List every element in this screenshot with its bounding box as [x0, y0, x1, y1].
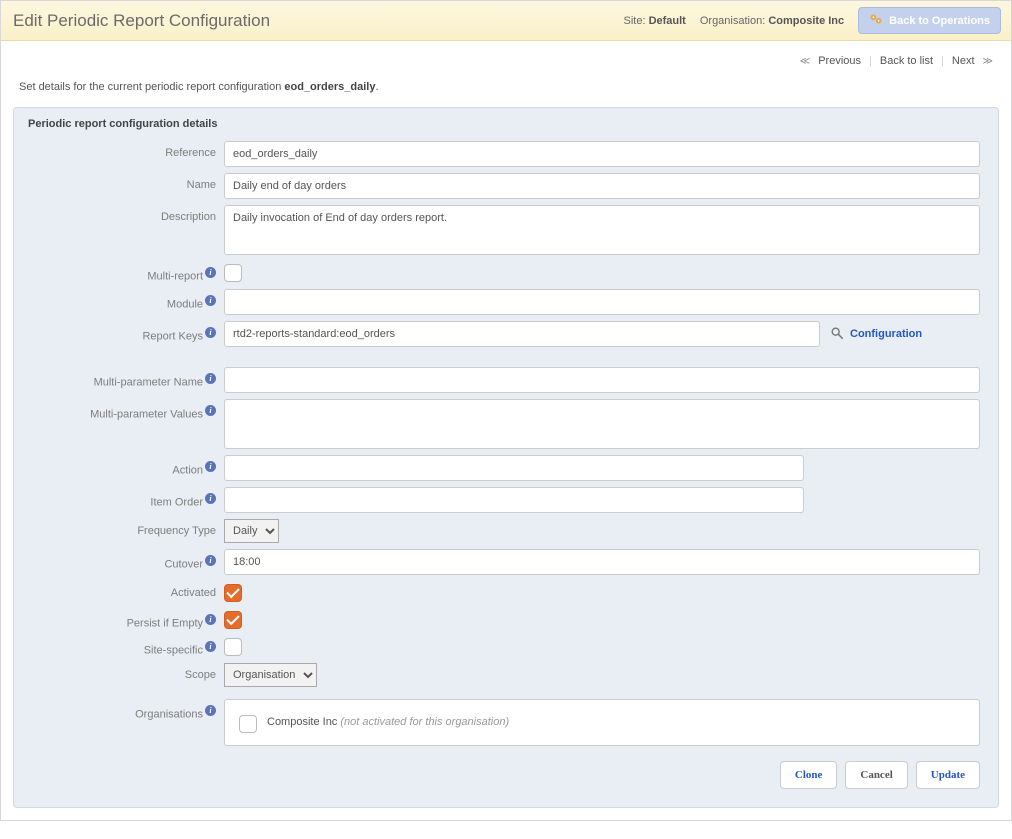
gears-icon: [869, 12, 883, 29]
info-icon[interactable]: i: [205, 405, 216, 416]
activated-checkbox[interactable]: [224, 584, 242, 602]
details-panel: Periodic report configuration details Re…: [13, 107, 999, 808]
intro-text: Set details for the current periodic rep…: [1, 77, 1011, 107]
multi-param-values-label: Multi-parameter Valuesi: [28, 399, 224, 421]
cutover-input[interactable]: [224, 549, 980, 575]
multi-param-name-label: Multi-parameter Namei: [28, 367, 224, 389]
organisations-label: Organisationsi: [28, 699, 224, 721]
report-keys-label: Report Keysi: [28, 321, 224, 343]
site-label: Site: Default: [623, 15, 685, 27]
reference-label: Reference: [28, 141, 224, 159]
reference-input[interactable]: [224, 141, 980, 167]
info-icon[interactable]: i: [205, 641, 216, 652]
chevron-right-icon: ≫: [983, 56, 993, 67]
activated-label: Activated: [28, 581, 224, 599]
multi-report-checkbox[interactable]: [224, 264, 242, 282]
report-keys-input[interactable]: [224, 321, 820, 347]
page-container: Edit Periodic Report Configuration Site:…: [0, 0, 1012, 821]
frequency-type-label: Frequency Type: [28, 519, 224, 537]
multi-report-label: Multi-reporti: [28, 261, 224, 283]
item-order-input[interactable]: [224, 487, 804, 513]
site-specific-checkbox[interactable]: [224, 638, 242, 656]
site-specific-label: Site-specifici: [28, 635, 224, 657]
button-row: Clone Cancel Update: [14, 749, 998, 793]
cancel-button[interactable]: Cancel: [845, 761, 907, 789]
page-title: Edit Periodic Report Configuration: [13, 11, 270, 31]
name-label: Name: [28, 173, 224, 191]
info-icon[interactable]: i: [205, 327, 216, 338]
cutover-label: Cutoveri: [28, 549, 224, 571]
header-meta: Site: Default Organisation: Composite In…: [623, 7, 1001, 34]
header-bar: Edit Periodic Report Configuration Site:…: [1, 1, 1011, 41]
persist-if-empty-label: Persist if Emptyi: [28, 608, 224, 630]
info-icon[interactable]: i: [205, 267, 216, 278]
multi-param-name-input[interactable]: [224, 367, 980, 393]
persist-if-empty-checkbox[interactable]: [224, 611, 242, 629]
back-to-list-link[interactable]: Back to list: [880, 55, 933, 67]
action-label: Actioni: [28, 455, 224, 477]
description-label: Description: [28, 205, 224, 223]
clone-button[interactable]: Clone: [780, 761, 838, 789]
organisation-checkbox[interactable]: [239, 715, 257, 733]
info-icon[interactable]: i: [205, 555, 216, 566]
info-icon[interactable]: i: [205, 295, 216, 306]
panel-title: Periodic report configuration details: [14, 108, 998, 138]
back-to-operations-button[interactable]: Back to Operations: [858, 7, 1001, 34]
action-input[interactable]: [224, 455, 804, 481]
info-icon[interactable]: i: [205, 705, 216, 716]
name-input[interactable]: [224, 173, 980, 199]
module-label: Modulei: [28, 289, 224, 311]
item-order-label: Item Orderi: [28, 487, 224, 509]
update-button[interactable]: Update: [916, 761, 980, 789]
organisation-name: Composite Inc: [267, 716, 337, 728]
module-input[interactable]: [224, 289, 980, 315]
configuration-link[interactable]: Configuration: [830, 321, 922, 343]
organisations-box: Composite Inc (not activated for this or…: [224, 699, 980, 746]
chevron-left-icon: ≪: [800, 56, 810, 67]
org-label: Organisation: Composite Inc: [700, 15, 844, 27]
frequency-type-select[interactable]: Daily: [224, 519, 279, 543]
previous-link[interactable]: Previous: [818, 55, 861, 67]
info-icon[interactable]: i: [205, 373, 216, 384]
next-link[interactable]: Next: [952, 55, 975, 67]
description-textarea[interactable]: Daily invocation of End of day orders re…: [224, 205, 980, 255]
info-icon[interactable]: i: [205, 493, 216, 504]
nav-row: ≪ Previous | Back to list | Next ≫: [1, 41, 1011, 77]
multi-param-values-textarea[interactable]: [224, 399, 980, 449]
scope-label: Scope: [28, 663, 224, 681]
scope-select[interactable]: Organisation: [224, 663, 317, 687]
search-icon: [830, 326, 844, 343]
info-icon[interactable]: i: [205, 614, 216, 625]
organisation-note: (not activated for this organisation): [340, 716, 509, 728]
info-icon[interactable]: i: [205, 461, 216, 472]
